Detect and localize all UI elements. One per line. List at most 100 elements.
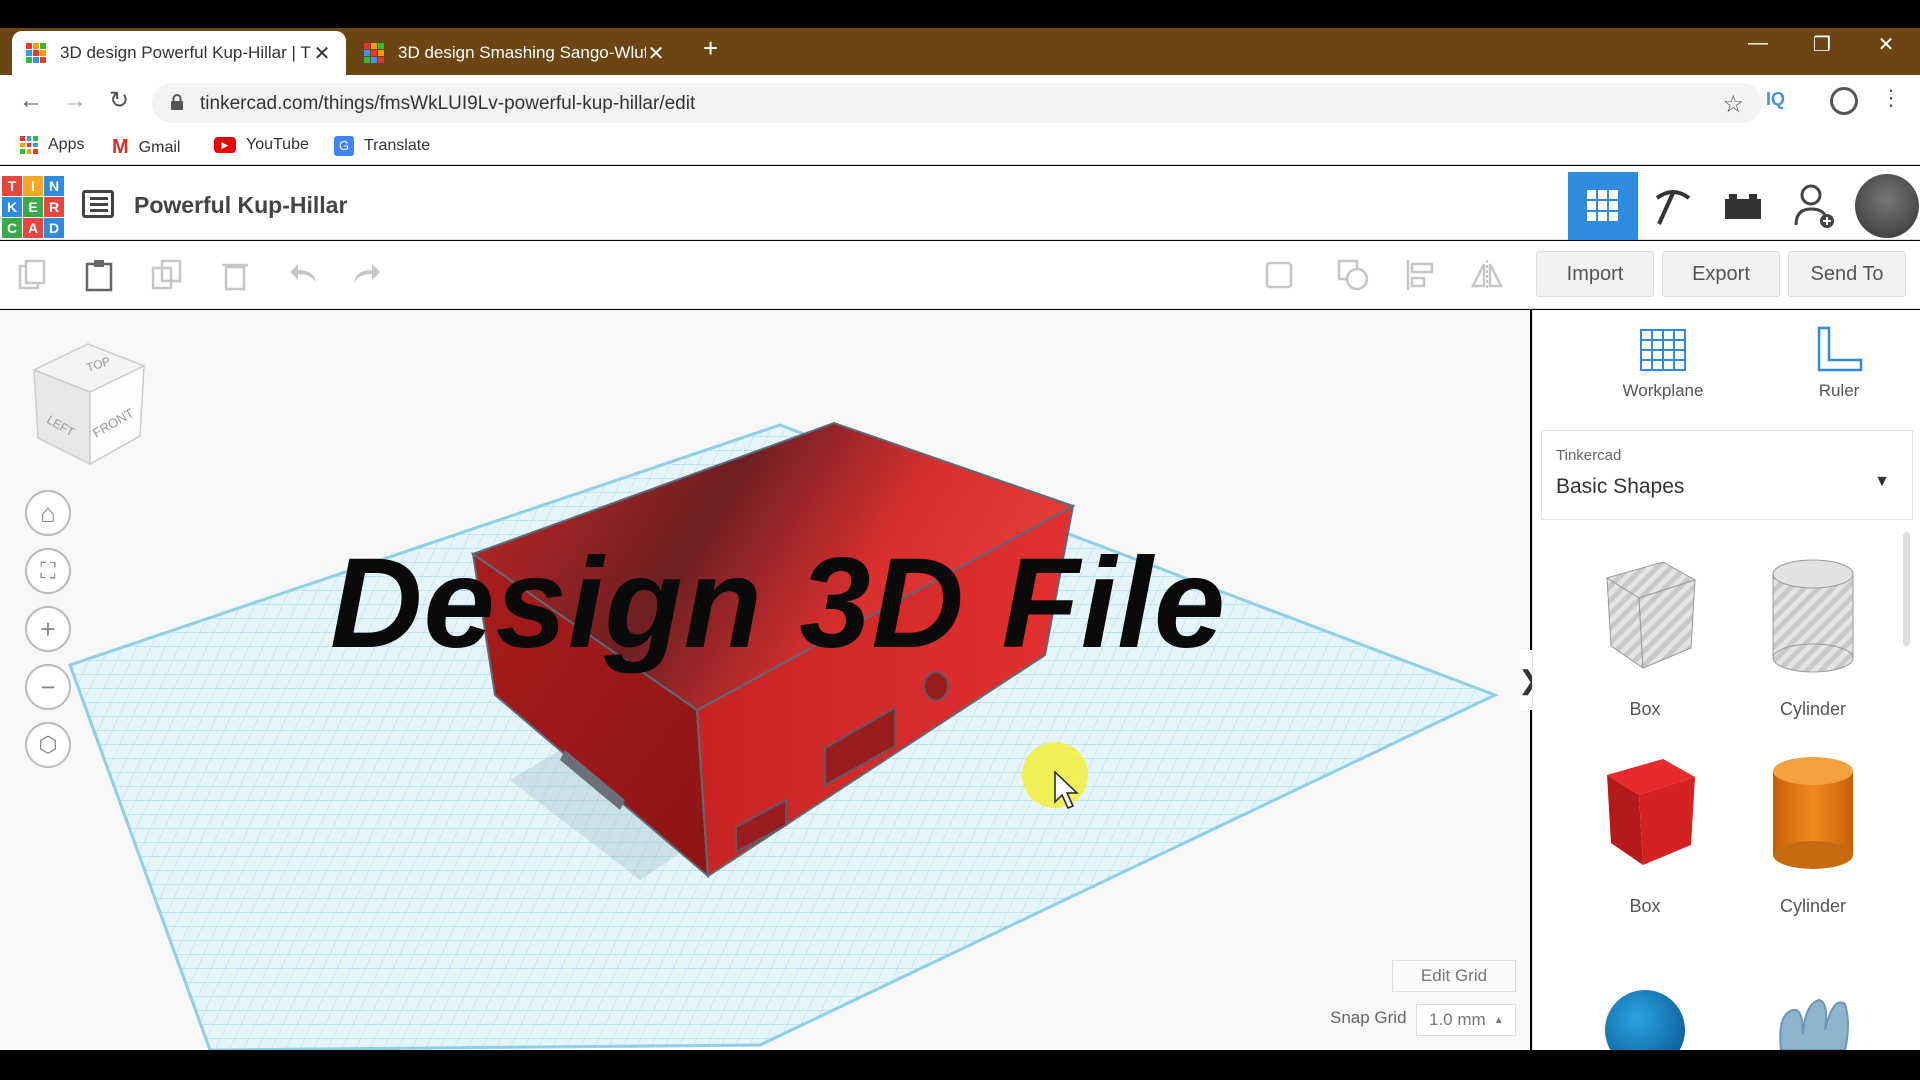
box-hole-icon	[1605, 561, 1697, 669]
add-user-icon[interactable]	[1780, 172, 1850, 240]
logo-letter: N	[44, 176, 64, 196]
bottom-bar	[0, 1050, 1920, 1080]
bookmark-apps[interactable]: Apps	[20, 136, 84, 154]
app-header: T I N K E R C A D Powerful Kup-Hillar	[0, 166, 1920, 240]
bookmark-label: Apps	[48, 136, 85, 153]
shape-box-hole[interactable]: Box	[1565, 550, 1725, 730]
back-icon[interactable]: ←	[16, 87, 46, 117]
star-icon[interactable]: ☆	[1722, 90, 1744, 119]
browser-toolbar: ← → ↻ tinkercad.com/things/fmsWkLUI9Lv-p…	[0, 75, 1920, 127]
3d-viewport[interactable]: TOP LEFT FRONT ⌂ ⛶ + − ⬡ Design 3D File	[0, 310, 1530, 1050]
gmail-icon: M	[112, 136, 129, 158]
design-title[interactable]: Powerful Kup-Hillar	[134, 192, 347, 219]
shape-label: Cylinder	[1779, 699, 1847, 719]
design-list-icon[interactable]	[82, 190, 114, 218]
send-to-button[interactable]: Send To	[1788, 251, 1906, 297]
tinkercad-favicon	[364, 43, 384, 63]
more-menu-icon[interactable]: ⋮	[1880, 85, 1902, 111]
box-solid-icon	[1607, 759, 1695, 865]
address-bar[interactable]: tinkercad.com/things/fmsWkLUI9Lv-powerfu…	[152, 83, 1762, 123]
logo-letter: R	[44, 197, 64, 217]
zoom-out-icon[interactable]: −	[25, 664, 71, 710]
note-icon[interactable]	[1262, 258, 1296, 292]
tab-inactive[interactable]: 3D design Smashing Sango-Wluf ✕	[350, 31, 680, 75]
shape-cylinder-hole[interactable]: Cylinder	[1733, 550, 1893, 730]
bookmark-label: Gmail	[138, 138, 181, 156]
overlay-title: Design 3D File	[330, 532, 1226, 675]
view-cube[interactable]: TOP LEFT FRONT	[28, 340, 148, 470]
shape-cylinder-solid[interactable]: Cylinder	[1733, 747, 1893, 927]
shape-label: Box	[1629, 896, 1661, 916]
close-icon[interactable]: ✕	[646, 41, 666, 66]
tab-title: 3D design Powerful Kup-Hillar | T	[60, 43, 311, 62]
extension-iq-icon[interactable]: IQ	[1766, 89, 1785, 110]
reload-icon[interactable]: ↻	[104, 87, 134, 117]
mirror-icon[interactable]	[1470, 258, 1504, 292]
import-button[interactable]: Import	[1536, 251, 1654, 297]
browser-tab-strip: 3D design Powerful Kup-Hillar | T ✕ 3D d…	[0, 28, 1920, 75]
edit-toolbar: Import Export Send To	[0, 241, 1920, 309]
shape-sphere[interactable]	[1565, 944, 1725, 1070]
new-tab-icon[interactable]: +	[703, 33, 718, 64]
youtube-icon: ▶	[214, 137, 236, 153]
close-window-icon[interactable]: ✕	[1866, 32, 1906, 57]
copy-icon[interactable]	[16, 258, 50, 292]
snap-grid-value: 1.0 mm	[1429, 1010, 1486, 1029]
ruler-tool[interactable]: Ruler	[1779, 324, 1899, 401]
ortho-view-icon[interactable]: ⬡	[25, 722, 71, 768]
bookmark-gmail[interactable]: M Gmail	[112, 136, 180, 159]
lock-icon	[171, 94, 183, 110]
tinkercad-logo[interactable]: T I N K E R C A D	[2, 176, 64, 238]
undo-icon[interactable]	[288, 258, 322, 292]
restore-icon[interactable]: ❐	[1802, 32, 1842, 57]
group-icon[interactable]	[1336, 258, 1370, 292]
tinkercad-favicon	[26, 43, 46, 63]
logo-letter: D	[44, 218, 64, 238]
logo-letter: A	[23, 218, 43, 238]
bookmarks-bar: Apps M Gmail ▶ YouTube G Translate	[0, 127, 1920, 165]
minimize-icon[interactable]: —	[1738, 32, 1778, 55]
url-text: tinkercad.com/things/fmsWkLUI9Lv-powerfu…	[200, 93, 696, 114]
duplicate-icon[interactable]	[150, 258, 184, 292]
workplane-tool[interactable]: Workplane	[1593, 324, 1733, 401]
logo-letter: I	[23, 176, 43, 196]
edit-grid-button[interactable]: Edit Grid	[1392, 960, 1516, 992]
apps-grid-icon	[20, 136, 38, 154]
profile-icon[interactable]	[1830, 87, 1858, 115]
align-icon[interactable]	[1404, 258, 1438, 292]
pickaxe-icon[interactable]	[1638, 172, 1708, 240]
chevron-down-icon: ▼	[1874, 473, 1890, 490]
paste-icon[interactable]	[82, 258, 116, 292]
workplane-icon	[1640, 329, 1686, 371]
scribble-icon	[1779, 998, 1849, 1051]
shape-scribble[interactable]	[1733, 944, 1893, 1051]
forward-icon[interactable]: →	[60, 87, 90, 117]
tab-title: 3D design Smashing Sango-Wluf	[398, 43, 646, 62]
snap-grid-select[interactable]: 1.0 mm ▲	[1416, 1004, 1516, 1036]
bookmark-translate[interactable]: G Translate	[334, 136, 430, 156]
workplane-label: Workplane	[1622, 381, 1704, 400]
panel-scrollbar[interactable]	[1903, 532, 1910, 646]
grid-view-icon[interactable]	[1568, 172, 1638, 240]
zoom-in-icon[interactable]: +	[25, 606, 71, 652]
shape-box-solid[interactable]: Box	[1565, 747, 1725, 927]
avatar[interactable]	[1855, 174, 1919, 238]
home-view-icon[interactable]: ⌂	[25, 490, 71, 536]
library-value: Basic Shapes	[1556, 475, 1685, 498]
delete-icon[interactable]	[218, 258, 252, 292]
snap-grid-label: Snap Grid	[1330, 1008, 1407, 1027]
redo-icon[interactable]	[348, 258, 382, 292]
fit-view-icon[interactable]: ⛶	[25, 548, 71, 594]
library-provider: Tinkercad	[1556, 447, 1622, 464]
bookmark-youtube[interactable]: ▶ YouTube	[214, 136, 309, 154]
bookmark-label: YouTube	[246, 136, 309, 153]
ruler-icon	[1817, 326, 1863, 372]
logo-letter: K	[2, 197, 22, 217]
close-icon[interactable]: ✕	[312, 41, 332, 66]
bricks-icon[interactable]	[1708, 172, 1778, 240]
tab-active[interactable]: 3D design Powerful Kup-Hillar | T ✕	[12, 31, 346, 75]
cylinder-hole-icon	[1772, 559, 1854, 673]
export-button[interactable]: Export	[1662, 251, 1780, 297]
shape-label: Box	[1629, 699, 1661, 719]
shape-library-select[interactable]: Tinkercad Basic Shapes ▼	[1541, 430, 1913, 520]
